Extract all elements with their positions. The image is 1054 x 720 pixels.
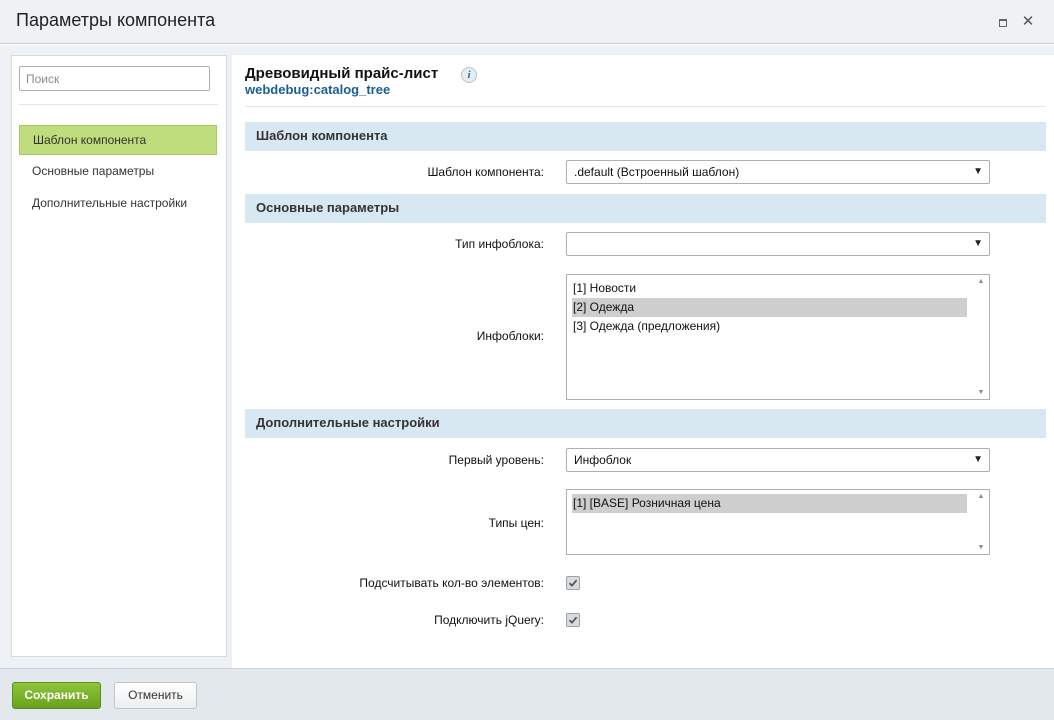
scroll-up-icon[interactable]: ▲ bbox=[974, 278, 988, 285]
listbox-scrollbar[interactable]: ▲ ▼ bbox=[974, 276, 988, 398]
dialog-body: Шаблон компонента Основные параметры Доп… bbox=[0, 45, 1054, 668]
info-icon[interactable]: i bbox=[461, 67, 477, 83]
header-divider bbox=[245, 106, 1046, 107]
template-select-value: .default (Встроенный шаблон) bbox=[574, 165, 740, 179]
iblocks-label: Инфоблоки: bbox=[476, 329, 544, 343]
list-option[interactable]: [3] Одежда (предложения) bbox=[572, 317, 967, 336]
cancel-button[interactable]: Отменить bbox=[114, 682, 197, 709]
count-elements-checkbox[interactable] bbox=[566, 576, 580, 590]
component-code: webdebug:catalog_tree bbox=[245, 82, 391, 97]
scroll-down-icon[interactable]: ▼ bbox=[974, 544, 988, 551]
iblock-type-label: Тип инфоблока: bbox=[455, 237, 544, 251]
dialog-title: Параметры компонента bbox=[16, 10, 216, 30]
sidebar-item-basic-params[interactable]: Основные параметры bbox=[19, 157, 217, 187]
checkmark-icon bbox=[568, 579, 578, 587]
dialog-footer: Сохранить Отменить bbox=[0, 668, 1054, 720]
include-jquery-label: Подключить jQuery: bbox=[434, 613, 544, 627]
price-types-listbox[interactable]: [1] [BASE] Розничная цена ▲ ▼ bbox=[566, 489, 990, 555]
close-icon[interactable]: ✕ bbox=[1020, 14, 1036, 30]
template-label: Шаблон компонента: bbox=[427, 165, 544, 179]
template-select[interactable]: .default (Встроенный шаблон) ▼ bbox=[566, 160, 990, 184]
component-title: Древовидный прайс-лист bbox=[245, 65, 439, 82]
sidebar: Шаблон компонента Основные параметры Доп… bbox=[11, 55, 227, 657]
price-types-label: Типы цен: bbox=[488, 516, 544, 530]
iblock-type-select[interactable]: ▼ bbox=[566, 232, 990, 256]
section-header-template: Шаблон компонента bbox=[245, 122, 1046, 151]
include-jquery-checkbox[interactable] bbox=[566, 613, 580, 627]
settings-panel: Древовидный прайс-лист i webdebug:catalo… bbox=[232, 55, 1054, 668]
chevron-down-icon: ▼ bbox=[973, 238, 983, 249]
listbox-scrollbar[interactable]: ▲ ▼ bbox=[974, 491, 988, 553]
list-option-selected[interactable]: [2] Одежда bbox=[572, 298, 967, 317]
sidebar-item-template[interactable]: Шаблон компонента bbox=[19, 125, 217, 155]
list-option-selected[interactable]: [1] [BASE] Розничная цена bbox=[572, 494, 967, 513]
search-input[interactable] bbox=[19, 66, 210, 91]
maximize-icon[interactable] bbox=[995, 14, 1011, 30]
first-level-label: Первый уровень: bbox=[448, 453, 544, 467]
sidebar-item-additional-settings[interactable]: Дополнительные настройки bbox=[19, 189, 217, 219]
scroll-down-icon[interactable]: ▼ bbox=[974, 389, 988, 396]
save-button[interactable]: Сохранить bbox=[12, 682, 101, 709]
checkmark-icon bbox=[568, 616, 578, 624]
chevron-down-icon: ▼ bbox=[973, 454, 983, 465]
chevron-down-icon: ▼ bbox=[973, 166, 983, 177]
list-option[interactable]: [1] Новости bbox=[572, 279, 967, 298]
first-level-select-value: Инфоблок bbox=[574, 453, 632, 467]
scroll-up-icon[interactable]: ▲ bbox=[974, 493, 988, 500]
sidebar-divider bbox=[19, 104, 218, 105]
section-header-additional-settings: Дополнительные настройки bbox=[245, 409, 1046, 438]
count-elements-label: Подсчитывать кол-во элементов: bbox=[359, 576, 544, 590]
iblocks-listbox[interactable]: [1] Новости [2] Одежда [3] Одежда (предл… bbox=[566, 274, 990, 400]
first-level-select[interactable]: Инфоблок ▼ bbox=[566, 448, 990, 472]
section-header-basic-params: Основные параметры bbox=[245, 194, 1046, 223]
dialog-titlebar: Параметры компонента ✕ bbox=[0, 0, 1054, 44]
